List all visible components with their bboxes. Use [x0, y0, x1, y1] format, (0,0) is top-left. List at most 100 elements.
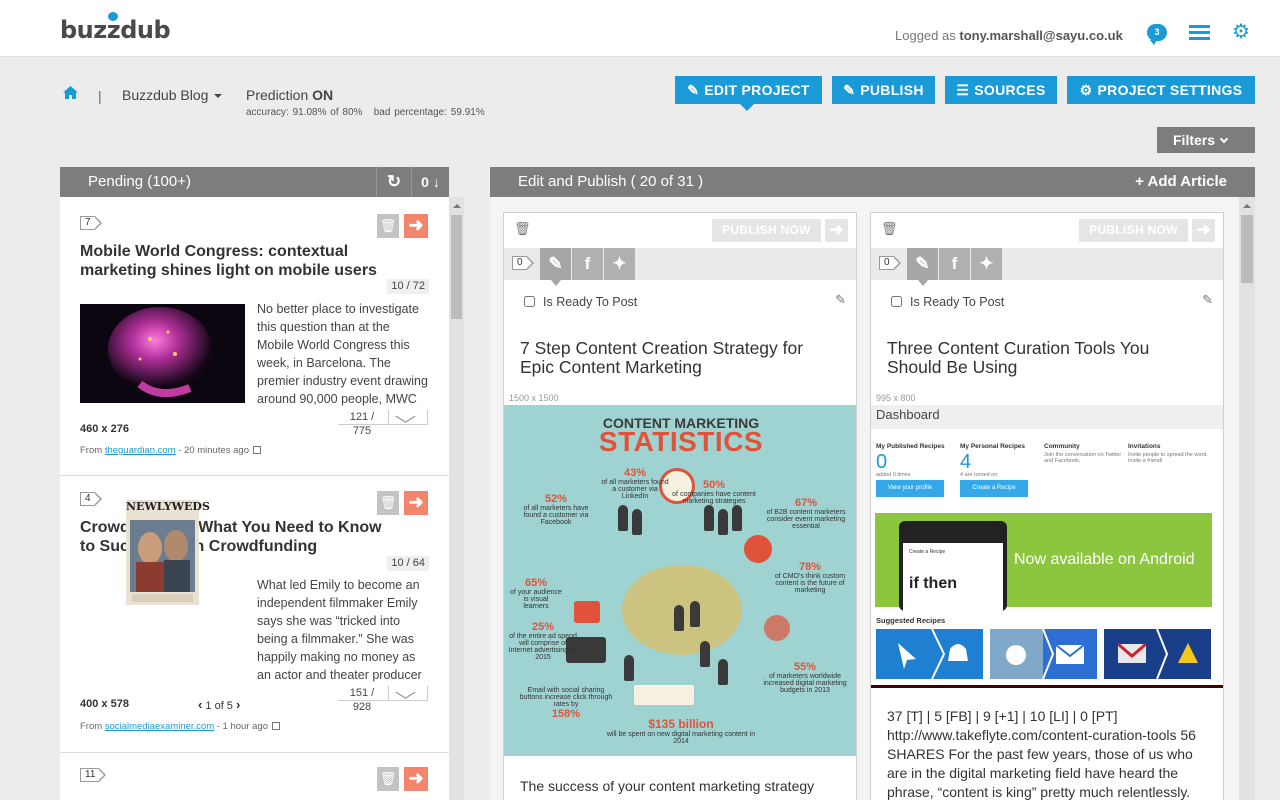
phone-image: Create a Recipe if then [899, 521, 1007, 611]
external-link-icon[interactable] [253, 446, 261, 454]
article-description: What led Emily to become an independent … [257, 578, 422, 682]
view-profile-button: View your profile [876, 480, 944, 497]
project-selector[interactable]: Buzzdub Blog [122, 87, 223, 103]
ready-checkbox[interactable] [891, 296, 902, 307]
hamburger-menu-icon[interactable] [1189, 25, 1210, 40]
suggested-recipes-label: Suggested Recipes [876, 616, 946, 625]
chevron-down-icon [1219, 134, 1229, 144]
notifications-chat-icon[interactable]: 3 [1147, 24, 1167, 45]
pencil-icon: ✎ [843, 82, 856, 98]
arrow-right-icon[interactable]: ➜ [404, 767, 428, 791]
chevron-down-icon[interactable] [388, 410, 426, 424]
source-link[interactable]: socialmediaexaminer.com [105, 721, 214, 732]
facebook-icon[interactable]: f [939, 248, 970, 280]
card-toolbar: 0 ✎ f ✦ [504, 248, 856, 286]
ratio-badge: 10 / 72 [387, 279, 429, 294]
arrow-right-icon[interactable]: ➜ [404, 214, 428, 238]
edit-icon[interactable]: ✎ [907, 248, 938, 286]
chevron-right-icon[interactable]: › [236, 697, 240, 712]
image-dimensions: 995 x 800 [876, 393, 916, 403]
pending-scrollbar[interactable] [449, 197, 464, 800]
score-tag: 0 [512, 256, 533, 270]
facebook-icon[interactable]: f [572, 248, 603, 280]
article-description: No better place to investigate this ques… [257, 302, 428, 406]
source-link[interactable]: theguardian.com [105, 445, 176, 456]
arrow-right-icon[interactable]: ➜ [825, 219, 848, 242]
magazine-cover-image [126, 500, 199, 605]
score-tag: 4 [80, 492, 101, 506]
pending-title: Pending (100+) [88, 173, 191, 190]
ratio-dropdown[interactable]: 121 / 775 [338, 410, 428, 437]
logo[interactable]: buzzdub [60, 12, 171, 44]
publish-button[interactable]: ✎ PUBLISH [832, 76, 935, 104]
dashboard-column: Invitations Invite people to spread the w… [1128, 443, 1208, 464]
top-bar: buzzdub Logged as tony.marshall@sayu.co.… [0, 0, 1280, 57]
edit-project-button[interactable]: ✎ EDIT PROJECT [675, 76, 822, 104]
recipe-tile [990, 628, 1097, 680]
dashboard-column: Community Join the conversation on Twitte… [1044, 443, 1122, 464]
image-pager: ‹ 1 of 5 › [198, 697, 241, 712]
ready-to-post-checkbox[interactable]: Is Ready To Post [524, 295, 637, 309]
pencil-icon[interactable]: ✎ [1202, 292, 1213, 308]
publish-now-button[interactable]: PUBLISH NOW [712, 219, 821, 242]
ready-to-post-checkbox[interactable]: Is Ready To Post [891, 295, 1004, 309]
magazine-title: NEWLYWEDS [126, 500, 210, 513]
trash-icon[interactable]: 🗑 [514, 221, 531, 237]
stat: 55% of marketers worldwide increased digi… [763, 661, 847, 694]
dashboard-heading: Dashboard [871, 405, 1223, 429]
breadcrumb-separator: | [98, 88, 102, 104]
arrow-right-icon[interactable]: ➜ [404, 491, 428, 515]
pencil-icon: ✎ [687, 82, 700, 98]
chevron-down-icon[interactable] [388, 686, 426, 700]
article-thumbnail [80, 304, 245, 403]
pending-download-count[interactable]: 0 ↓ [411, 167, 449, 197]
image-dimensions: 400 x 578 [80, 698, 129, 710]
big-stat: $135 billion will be spent on new digital… [606, 717, 756, 746]
score-tag: 0 [879, 256, 900, 270]
android-banner-text: Now available on Android [1014, 551, 1195, 568]
image-dimensions: 1500 x 1500 [509, 393, 559, 403]
stat: 65% of your audience is visual learners [510, 577, 562, 610]
article-source: From theguardian.com - 20 minutes ago [80, 445, 261, 456]
scroll-thumb[interactable] [1241, 215, 1253, 283]
filters-button[interactable]: Filters [1157, 127, 1255, 153]
article-title[interactable]: Mobile World Congress: contextual market… [80, 242, 390, 280]
pencil-icon[interactable]: ✎ [835, 292, 846, 308]
ready-checkbox[interactable] [524, 296, 535, 307]
arrow-right-icon[interactable]: ➜ [1192, 219, 1215, 242]
trash-icon[interactable]: 🗑 [377, 491, 399, 515]
pending-list[interactable]: 7 🗑 ➜ Mobile World Congress: contextual … [60, 197, 449, 800]
infographic-subheading: STATISTICS [598, 426, 764, 457]
sources-button[interactable]: ☰ SOURCES [945, 76, 1057, 104]
edit-icon[interactable]: ✎ [540, 248, 571, 286]
refresh-icon[interactable]: ↻ [376, 167, 411, 197]
twitter-icon[interactable]: ✦ [604, 248, 635, 280]
pending-panel-header: Pending (100+) ↻ 0 ↓ [60, 167, 449, 197]
edit-scrollbar[interactable] [1239, 197, 1255, 800]
stat: 43% of all marketers found a customer via… [601, 467, 669, 500]
home-icon[interactable] [63, 86, 78, 99]
article-title[interactable]: Three Content Curation Tools You Should … [887, 339, 1207, 377]
accuracy-text: accuracy: 91.08% of 80% bad percentage: … [246, 107, 485, 118]
dashboard-screenshot-image: Dashboard My Published Recipes 0 added 0 t… [871, 405, 1223, 688]
chevron-left-icon[interactable]: ‹ [198, 697, 202, 712]
trash-icon[interactable]: 🗑 [377, 767, 399, 791]
recipe-tile [876, 628, 983, 680]
add-article-button[interactable]: + Add Article [1135, 167, 1227, 197]
logo-bubble-icon [108, 12, 118, 21]
stat: 25% of the entire ad spend will comprise … [508, 621, 578, 661]
stat: 52% of all marketers have found a custome… [523, 493, 589, 526]
trash-icon[interactable]: 🗑 [881, 221, 898, 237]
ratio-dropdown[interactable]: 151 / 928 [338, 686, 428, 713]
twitter-icon[interactable]: ✦ [971, 248, 1002, 280]
logged-user: tony.marshall@sayu.co.uk [959, 28, 1123, 43]
article-body: 37 [T] | 5 [FB] | 9 [+1] | 10 [LI] | 0 [… [887, 708, 1196, 800]
external-link-icon[interactable] [271, 722, 280, 730]
create-recipe-button: Create a Recipe [960, 480, 1028, 497]
project-settings-button[interactable]: ⚙ PROJECT SETTINGS [1067, 76, 1255, 104]
article-title[interactable]: 7 Step Content Creation Strategy for Epi… [520, 339, 840, 377]
gear-icon[interactable]: ⚙ [1232, 22, 1250, 42]
scroll-thumb[interactable] [451, 215, 462, 319]
publish-now-button[interactable]: PUBLISH NOW [1079, 219, 1188, 242]
trash-icon[interactable]: 🗑 [377, 214, 399, 238]
